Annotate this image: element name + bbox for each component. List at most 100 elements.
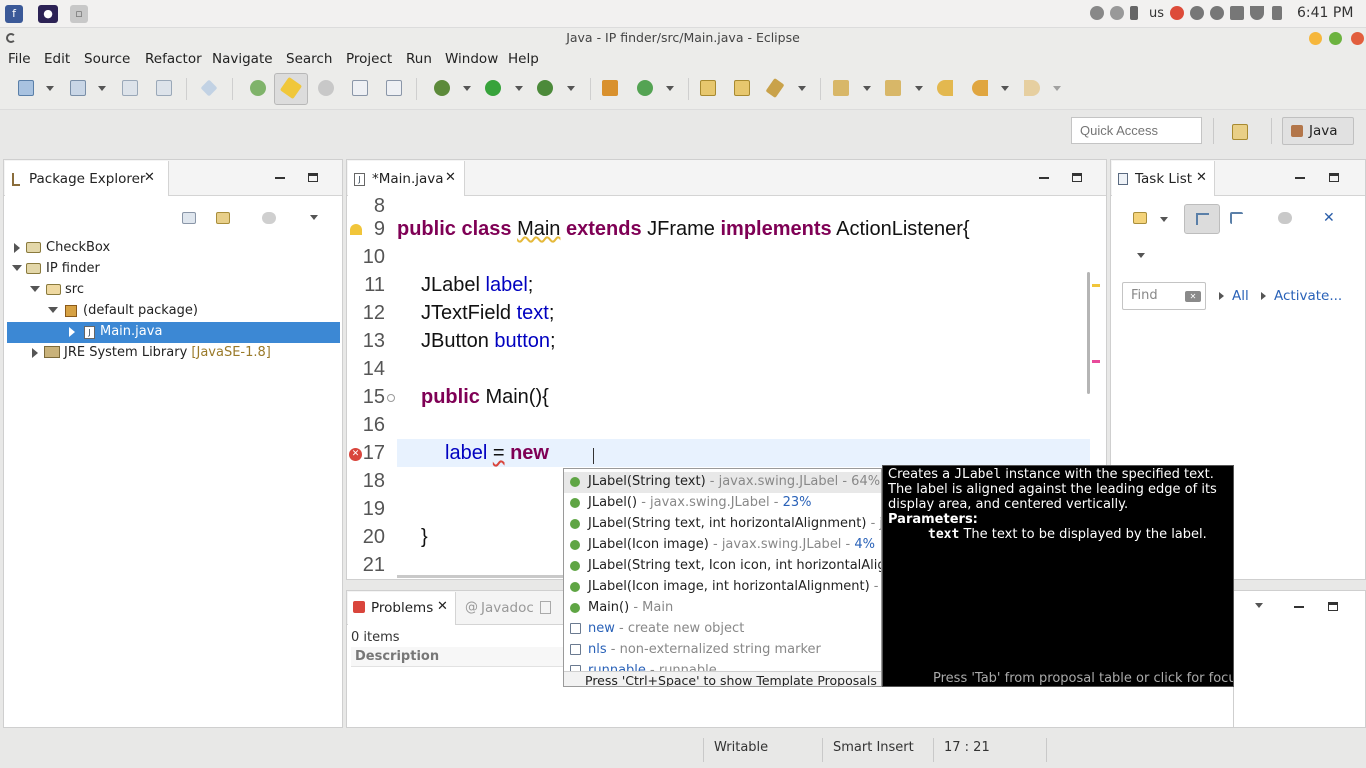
menu-window[interactable]: Window (445, 51, 498, 67)
clock[interactable]: 6:41 PM (1297, 5, 1353, 21)
close-icon[interactable]: ✕ (437, 599, 448, 614)
categorized-button[interactable] (1184, 204, 1220, 234)
focus-icon[interactable] (1278, 212, 1292, 224)
paragraph-icon[interactable] (386, 80, 402, 96)
show-whitespace-icon[interactable] (318, 80, 334, 96)
next-annotation-dropdown-icon[interactable] (863, 86, 871, 91)
run-icon[interactable] (485, 80, 501, 96)
chrome-icon[interactable] (1170, 6, 1184, 20)
open-type-icon[interactable] (70, 80, 86, 96)
window-app-icon[interactable]: ▫ (70, 5, 88, 23)
declaration-icon[interactable] (540, 601, 551, 614)
collapse-all-icon[interactable] (182, 212, 196, 224)
open-type-dropdown-icon[interactable] (98, 86, 106, 91)
collapse-icon[interactable] (30, 286, 40, 292)
usb-icon[interactable] (1130, 6, 1138, 20)
expand-icon[interactable] (69, 327, 75, 337)
menu-refactor[interactable]: Refactor (145, 51, 202, 67)
task-list-tab[interactable]: Task List ✕ (1112, 161, 1215, 196)
keyboard-layout[interactable]: us (1149, 6, 1164, 21)
tree-item-default-package[interactable]: (default package) (83, 303, 198, 318)
proposal-item[interactable]: JLabel(Icon image) - javax.swing.JLabel … (568, 537, 875, 552)
menu-edit[interactable]: Edit (44, 51, 70, 67)
collapse-tasks-icon[interactable]: ✕ (1323, 210, 1335, 226)
collapse-icon[interactable] (48, 307, 58, 313)
activate-task-link[interactable]: Activate... (1274, 288, 1342, 304)
previous-annotation-icon[interactable] (885, 80, 901, 96)
proposal-item[interactable]: new - create new object (568, 621, 744, 636)
next-annotation-icon[interactable] (833, 80, 849, 96)
close-icon[interactable]: ✕ (144, 170, 155, 185)
proposal-item[interactable]: JLabel() - javax.swing.JLabel - 23% (568, 495, 812, 510)
overview-occurrence-marker[interactable] (1092, 360, 1100, 363)
minimize-icon[interactable] (1039, 177, 1049, 179)
tree-item-ip-finder[interactable]: IP finder (46, 261, 100, 276)
task-find-input[interactable]: Find ✕ (1122, 282, 1206, 310)
last-edit-location-icon[interactable] (937, 80, 953, 96)
forward-dropdown-icon[interactable] (1053, 86, 1061, 91)
menu-search[interactable]: Search (286, 51, 332, 67)
code-line-12[interactable]: JTextField text; (421, 302, 554, 325)
scheduled-icon[interactable] (1230, 212, 1243, 224)
menu-navigate[interactable]: Navigate (212, 51, 273, 67)
code-line-9[interactable]: public class Main extends JFrame impleme… (397, 218, 970, 241)
settings-circle-icon[interactable] (1190, 6, 1204, 20)
open-task-icon[interactable] (734, 80, 750, 96)
code-line-11[interactable]: JLabel label; (421, 274, 533, 297)
warning-marker-icon[interactable] (350, 224, 362, 235)
tree-item-checkbox[interactable]: CheckBox (46, 240, 110, 255)
column-description[interactable]: Description (355, 649, 439, 664)
maximize-window-button[interactable] (1329, 32, 1342, 45)
code-line-15[interactable]: public Main(){ (421, 386, 549, 409)
toggle-mark-icon[interactable] (250, 80, 266, 96)
view-menu-icon[interactable] (1137, 253, 1145, 258)
menu-run[interactable]: Run (406, 51, 432, 67)
debug-icon[interactable] (434, 80, 450, 96)
quick-access-input[interactable] (1071, 117, 1202, 144)
open-perspective-icon[interactable] (1232, 124, 1248, 140)
code-line-20[interactable]: } (421, 526, 428, 549)
facebook-app-icon[interactable]: f (5, 5, 23, 23)
javadoc-hover-popup[interactable]: Creates a JLabel instance with the speci… (882, 465, 1234, 687)
run-dropdown-icon[interactable] (515, 86, 523, 91)
javadoc-tab[interactable]: Javadoc (481, 600, 534, 616)
maximize-icon[interactable] (1329, 173, 1339, 182)
package-explorer-tab[interactable]: Package Explorer ✕ (5, 161, 169, 196)
new-java-project-icon[interactable] (602, 80, 618, 96)
new-task-icon[interactable] (1133, 212, 1147, 224)
minimize-window-button[interactable] (1309, 32, 1322, 45)
close-icon[interactable]: ✕ (445, 170, 456, 185)
minimize-icon[interactable] (1294, 606, 1304, 608)
minimize-icon[interactable] (1295, 177, 1305, 179)
close-window-button[interactable] (1351, 32, 1364, 45)
close-icon[interactable]: ✕ (1196, 170, 1207, 185)
proposal-item[interactable]: JLabel(String text) - javax.swing.JLabel… (568, 474, 880, 489)
new-class-dropdown-icon[interactable] (666, 86, 674, 91)
proposal-item[interactable]: Main() - Main (568, 600, 673, 615)
link-with-editor-icon[interactable] (216, 212, 230, 224)
search-dropdown-icon[interactable] (798, 86, 806, 91)
editor-scrollbar-thumb[interactable] (1087, 272, 1090, 394)
focus-active-task-icon[interactable] (262, 212, 276, 224)
pause-icon[interactable] (1210, 6, 1224, 20)
back-dropdown-icon[interactable] (1001, 86, 1009, 91)
tree-item-main-java[interactable]: Main.java (100, 324, 162, 339)
clear-icon[interactable]: ✕ (1185, 291, 1201, 302)
tree-item-jre-system-library[interactable]: JRE System Library [JavaSE-1.8] (64, 345, 271, 360)
minimize-icon[interactable] (275, 177, 285, 179)
back-icon[interactable] (972, 80, 988, 96)
clip-icon[interactable] (1090, 6, 1104, 20)
code-line-13[interactable]: JButton button; (421, 330, 556, 353)
previous-annotation-dropdown-icon[interactable] (915, 86, 923, 91)
external-tools-icon[interactable] (537, 80, 553, 96)
volume-icon[interactable] (1230, 6, 1244, 20)
error-marker-icon[interactable]: ✕ (349, 448, 362, 461)
forward-icon[interactable] (1024, 80, 1040, 96)
overview-warning-marker[interactable] (1092, 284, 1100, 287)
new-icon[interactable] (18, 80, 34, 96)
save-icon[interactable] (122, 80, 138, 96)
editor-tab-main-java[interactable]: J *Main.java ✕ (348, 161, 465, 196)
proposal-item[interactable]: JLabel(Icon image, int horizontalAlignme… (568, 579, 881, 594)
new-task-dropdown-icon[interactable] (1160, 217, 1168, 222)
menu-file[interactable]: File (8, 51, 31, 67)
